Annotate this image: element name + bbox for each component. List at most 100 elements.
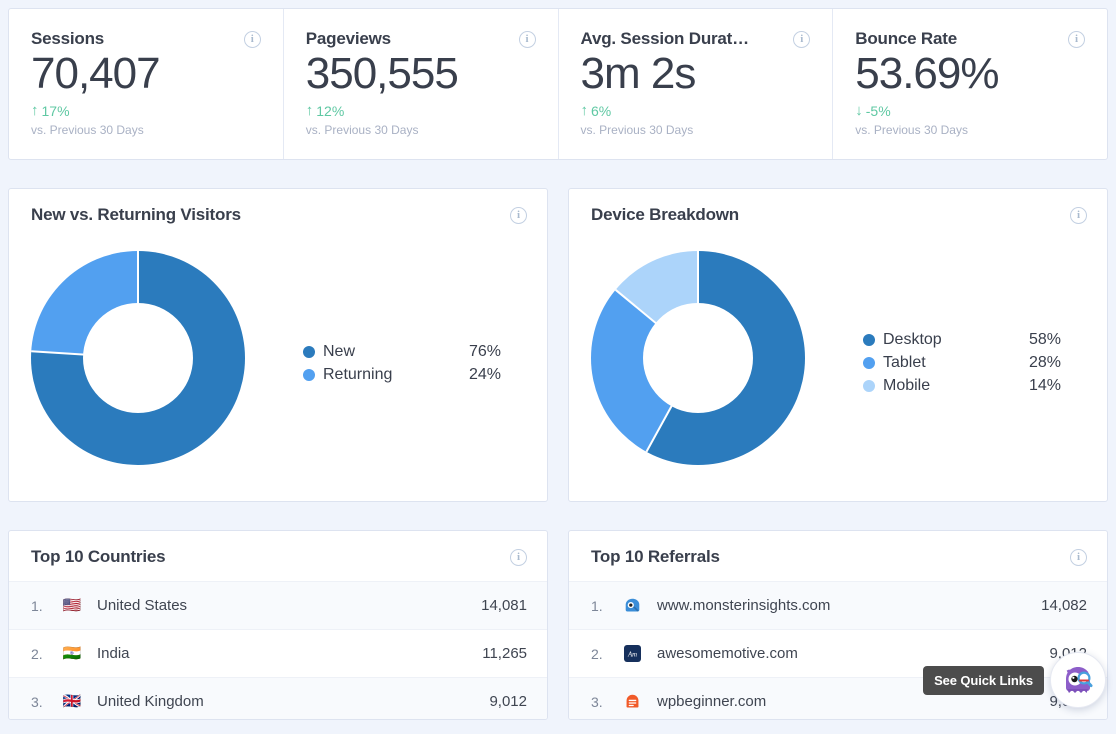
legend-label: Mobile bbox=[883, 377, 1003, 395]
stat-title: Sessions bbox=[31, 29, 104, 49]
row-rank: 1. bbox=[31, 598, 61, 614]
device-breakdown-panel: Device Breakdown i Desktop 58% Tablet bbox=[568, 188, 1108, 502]
monsterinsights-mascot-icon bbox=[1058, 660, 1098, 700]
legend-item: Mobile 14% bbox=[863, 377, 1061, 395]
wpbeginner-favicon bbox=[621, 693, 643, 711]
country-name: India bbox=[97, 645, 482, 662]
analytics-dashboard: Sessions i 70,407 ↑ 17% vs. Previous 30 … bbox=[0, 0, 1116, 734]
quick-links-tooltip: See Quick Links bbox=[923, 666, 1044, 695]
donut-segment-separator bbox=[137, 251, 139, 358]
chart-legend: New 76% Returning 24% bbox=[303, 333, 501, 384]
table-row[interactable]: 1. 🇺🇸 United States 14,081 bbox=[9, 582, 547, 630]
legend-value: 24% bbox=[443, 366, 501, 384]
legend-value: 28% bbox=[1003, 354, 1061, 372]
awesomemotive-favicon-svg: Am bbox=[624, 645, 641, 662]
flag-icon: 🇮🇳 bbox=[61, 645, 83, 663]
stat-header: Bounce Rate i bbox=[855, 29, 1085, 49]
stat-header: Avg. Session Durat… i bbox=[581, 29, 811, 49]
legend-value: 58% bbox=[1003, 331, 1061, 349]
legend-item: Desktop 58% bbox=[863, 331, 1061, 349]
stat-delta: ↑ 17% bbox=[31, 103, 261, 119]
new-vs-returning-panel: New vs. Returning Visitors i New 76% Ret… bbox=[8, 188, 548, 502]
table-row[interactable]: 3. 🇬🇧 United Kingdom 9,012 bbox=[9, 678, 547, 720]
stat-value: 350,555 bbox=[306, 51, 536, 98]
legend-color-swatch bbox=[303, 346, 315, 358]
panel-header: New vs. Returning Visitors i bbox=[9, 189, 547, 239]
row-rank: 1. bbox=[591, 598, 621, 614]
row-rank: 3. bbox=[591, 694, 621, 710]
panel-title: New vs. Returning Visitors bbox=[31, 205, 241, 225]
quick-links-widget: See Quick Links bbox=[923, 652, 1106, 708]
legend-label: Tablet bbox=[883, 354, 1003, 372]
stat-title: Avg. Session Durat… bbox=[581, 29, 749, 49]
info-icon[interactable]: i bbox=[793, 31, 810, 48]
stat-delta: ↑ 6% bbox=[581, 103, 811, 119]
summary-stats-card: Sessions i 70,407 ↑ 17% vs. Previous 30 … bbox=[8, 8, 1108, 160]
country-name: United Kingdom bbox=[97, 693, 489, 710]
country-sessions: 14,081 bbox=[481, 597, 527, 614]
stat-value: 70,407 bbox=[31, 51, 261, 98]
stat-delta-value: 17% bbox=[42, 103, 70, 119]
donut-segment-separator bbox=[697, 251, 699, 358]
stat-comparison-label: vs. Previous 30 Days bbox=[855, 123, 1085, 137]
info-icon[interactable]: i bbox=[519, 31, 536, 48]
stat-title: Bounce Rate bbox=[855, 29, 957, 49]
stat-value: 3m 2s bbox=[581, 51, 811, 98]
legend-color-swatch bbox=[303, 369, 315, 381]
stat-card-pageviews: Pageviews i 350,555 ↑ 12% vs. Previous 3… bbox=[284, 9, 559, 159]
stat-delta-value: -5% bbox=[866, 103, 891, 119]
legend-item: Returning 24% bbox=[303, 366, 501, 384]
stat-comparison-label: vs. Previous 30 Days bbox=[581, 123, 811, 137]
table-row[interactable]: 2. 🇮🇳 India 11,265 bbox=[9, 630, 547, 678]
stat-header: Pageviews i bbox=[306, 29, 536, 49]
info-icon[interactable]: i bbox=[244, 31, 261, 48]
info-icon[interactable]: i bbox=[1068, 31, 1085, 48]
stat-card-sessions: Sessions i 70,407 ↑ 17% vs. Previous 30 … bbox=[9, 9, 284, 159]
wpbeginner-favicon-svg bbox=[624, 693, 641, 710]
stat-comparison-label: vs. Previous 30 Days bbox=[31, 123, 261, 137]
row-rank: 2. bbox=[591, 646, 621, 662]
legend-item: New 76% bbox=[303, 343, 501, 361]
panel-title: Top 10 Referrals bbox=[591, 547, 720, 567]
arrow-down-icon: ↓ bbox=[855, 103, 863, 118]
top-countries-panel: Top 10 Countries i 1. 🇺🇸 United States 1… bbox=[8, 530, 548, 720]
referral-domain: www.monsterinsights.com bbox=[657, 597, 1041, 614]
device-breakdown-donut-chart bbox=[591, 251, 805, 465]
legend-item: Tablet 28% bbox=[863, 354, 1061, 372]
legend-value: 76% bbox=[443, 343, 501, 361]
stat-header: Sessions i bbox=[31, 29, 261, 49]
charts-row: New vs. Returning Visitors i New 76% Ret… bbox=[8, 188, 1108, 502]
country-sessions: 9,012 bbox=[489, 693, 527, 710]
referral-sessions: 14,082 bbox=[1041, 597, 1087, 614]
panel-header: Device Breakdown i bbox=[569, 189, 1107, 239]
monsterinsights-favicon-svg bbox=[624, 597, 641, 614]
stat-comparison-label: vs. Previous 30 Days bbox=[306, 123, 536, 137]
panel-header: Top 10 Referrals i bbox=[569, 531, 1107, 581]
panel-title: Top 10 Countries bbox=[31, 547, 165, 567]
legend-color-swatch bbox=[863, 380, 875, 392]
info-icon[interactable]: i bbox=[510, 207, 527, 224]
stat-delta-value: 12% bbox=[316, 103, 344, 119]
countries-list: 1. 🇺🇸 United States 14,081 2. 🇮🇳 India 1… bbox=[9, 581, 547, 720]
svg-text:Am: Am bbox=[626, 651, 636, 658]
info-icon[interactable]: i bbox=[1070, 549, 1087, 566]
stat-delta: ↓ -5% bbox=[855, 103, 1085, 119]
chart-legend: Desktop 58% Tablet 28% Mobile 14% bbox=[863, 321, 1061, 395]
row-rank: 2. bbox=[31, 646, 61, 662]
legend-color-swatch bbox=[863, 334, 875, 346]
stat-delta-value: 6% bbox=[591, 103, 611, 119]
flag-icon: 🇺🇸 bbox=[61, 597, 83, 615]
legend-value: 14% bbox=[1003, 377, 1061, 395]
legend-label: Desktop bbox=[883, 331, 1003, 349]
info-icon[interactable]: i bbox=[1070, 207, 1087, 224]
panel-title: Device Breakdown bbox=[591, 205, 739, 225]
info-icon[interactable]: i bbox=[510, 549, 527, 566]
quick-links-button[interactable] bbox=[1050, 652, 1106, 708]
stat-delta: ↑ 12% bbox=[306, 103, 536, 119]
arrow-up-icon: ↑ bbox=[306, 103, 314, 118]
flag-icon: 🇬🇧 bbox=[61, 693, 83, 711]
stat-card-avg-session-duration: Avg. Session Durat… i 3m 2s ↑ 6% vs. Pre… bbox=[559, 9, 834, 159]
new-vs-returning-donut-chart bbox=[31, 251, 245, 465]
panel-header: Top 10 Countries i bbox=[9, 531, 547, 581]
table-row[interactable]: 1. www.monsterinsights.com 14,082 bbox=[569, 582, 1107, 630]
